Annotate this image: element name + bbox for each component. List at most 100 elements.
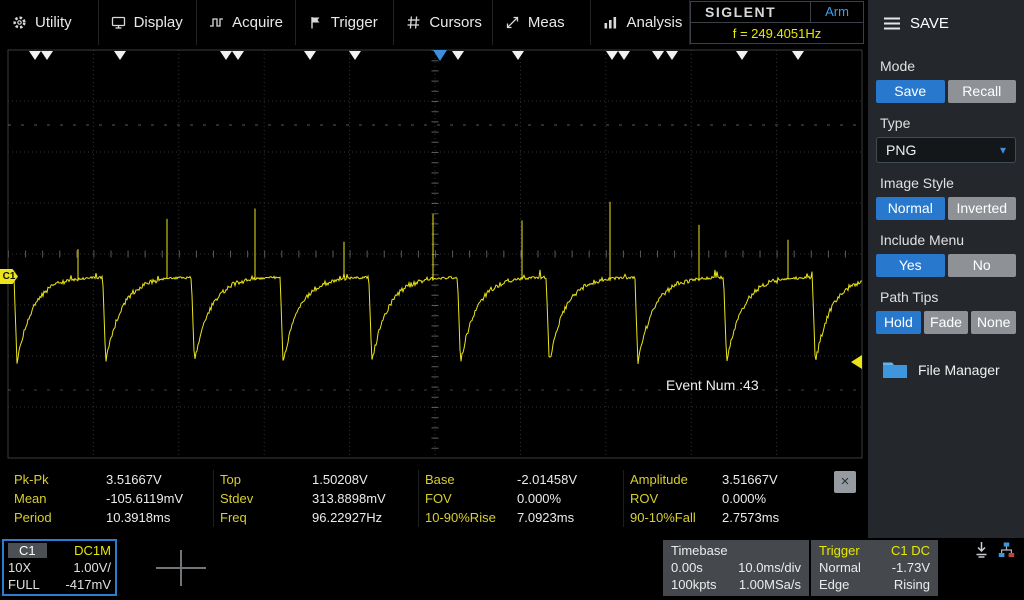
event-marker bbox=[452, 51, 464, 60]
trigger-source: C1 DC bbox=[890, 543, 930, 558]
measurement-label: FOV bbox=[425, 491, 452, 506]
channel1-row: C1 DC1M bbox=[8, 542, 111, 559]
path-tips-label: Path Tips bbox=[880, 289, 939, 305]
mode-recall-button[interactable]: Recall bbox=[947, 80, 1016, 103]
menu-bar: Utility Display Acquire Trigger Cursors … bbox=[0, 0, 691, 45]
bar-chart-icon bbox=[604, 17, 617, 29]
image-style-inverted-button[interactable]: Inverted bbox=[947, 197, 1016, 220]
trigger-position-marker[interactable] bbox=[433, 50, 447, 61]
channel1-offset: -417mV bbox=[65, 577, 111, 592]
measurement-label: ROV bbox=[630, 491, 659, 506]
file-manager-button[interactable]: File Manager bbox=[882, 360, 1024, 379]
event-marker bbox=[349, 51, 361, 60]
measurement-label: Base bbox=[425, 472, 455, 487]
event-marker bbox=[736, 51, 748, 60]
timebase-row: 100kpts 1.00MSa/s bbox=[671, 576, 801, 593]
measurement-value: 3.51667V bbox=[722, 472, 778, 487]
measurement-label: Amplitude bbox=[630, 472, 688, 487]
menu-item-label: Trigger bbox=[330, 14, 378, 31]
measurement-label: 10-90%Rise bbox=[425, 510, 496, 525]
lan-icon[interactable] bbox=[998, 542, 1015, 558]
measurement-cell: 90-10%Fall 2.7573ms bbox=[623, 508, 828, 527]
trigger-descriptor[interactable]: Trigger C1 DC Normal -1.73V Edge Rising bbox=[811, 540, 938, 596]
measurement-label: Stdev bbox=[220, 491, 254, 506]
channel1-row: 10X 1.00V/ bbox=[8, 559, 111, 576]
measurement-value: 3.51667V bbox=[106, 472, 162, 487]
path-tips-fade-button[interactable]: Fade bbox=[923, 311, 969, 334]
measurement-value: 10.3918ms bbox=[106, 510, 171, 525]
measurement-cell: Pk-Pk 3.51667V bbox=[8, 470, 213, 489]
event-marker bbox=[652, 51, 664, 60]
path-tips-none-button[interactable]: None bbox=[971, 311, 1017, 334]
file-manager-label: File Manager bbox=[918, 361, 1000, 378]
measure-icon bbox=[506, 16, 519, 29]
include-menu-label: Include Menu bbox=[880, 232, 965, 248]
folder-icon bbox=[883, 362, 907, 378]
mode-button-group: Save Recall bbox=[876, 80, 1016, 103]
event-marker bbox=[792, 51, 804, 60]
save-panel-header: SAVE bbox=[868, 0, 1024, 46]
flag-icon bbox=[311, 17, 320, 29]
menu-item-meas[interactable]: Meas bbox=[493, 0, 592, 45]
menu-item-trigger[interactable]: Trigger bbox=[296, 0, 395, 45]
measurement-cell: FOV 0.000% bbox=[418, 489, 623, 508]
measurement-value: 0.000% bbox=[722, 491, 767, 506]
channel1-attenuation: 10X bbox=[8, 560, 32, 575]
event-marker bbox=[618, 51, 630, 60]
trigger-row: Normal -1.73V bbox=[819, 559, 930, 576]
measurement-label: Period bbox=[14, 510, 52, 525]
acquisition-status: Arm bbox=[810, 2, 863, 22]
timebase-delay: 0.00s bbox=[671, 560, 703, 575]
save-menu-icon bbox=[884, 17, 900, 29]
measurement-cell: Amplitude 3.51667V bbox=[623, 470, 828, 489]
path-tips-button-group: Hold Fade None bbox=[876, 311, 1017, 334]
type-label: Type bbox=[880, 115, 911, 131]
menu-item-label: Analysis bbox=[626, 14, 683, 31]
type-dropdown[interactable]: PNG ▾ bbox=[876, 137, 1016, 163]
add-trace-button[interactable] bbox=[152, 544, 210, 592]
trigger-level: -1.73V bbox=[891, 560, 930, 575]
trigger-level-marker[interactable] bbox=[851, 355, 862, 369]
square-wave-icon bbox=[210, 18, 224, 27]
event-marker bbox=[304, 51, 316, 60]
channel1-descriptor[interactable]: C1 DC1M 10X 1.00V/ FULL -417mV bbox=[2, 539, 117, 596]
measurement-cell: Freq 96.22927Hz bbox=[213, 508, 418, 527]
measurement-cell: 10-90%Rise 7.0923ms bbox=[418, 508, 623, 527]
include-menu-no-button[interactable]: No bbox=[947, 254, 1016, 277]
measurement-cell: ROV 0.000% bbox=[623, 489, 828, 508]
include-menu-yes-button[interactable]: Yes bbox=[876, 254, 945, 277]
siglent-logo: SIGLENT bbox=[705, 4, 777, 20]
type-dropdown-value: PNG bbox=[886, 142, 917, 158]
menu-item-utility[interactable]: Utility bbox=[0, 0, 99, 45]
io-status-icons bbox=[974, 541, 1015, 558]
menu-item-label: Utility bbox=[35, 14, 72, 31]
image-style-normal-button[interactable]: Normal bbox=[876, 197, 945, 220]
channel-level-marker[interactable]: C1 bbox=[0, 269, 18, 284]
trigger-title-row: Trigger C1 DC bbox=[819, 542, 930, 559]
measurement-value: -105.6119mV bbox=[106, 491, 184, 506]
mode-label: Mode bbox=[880, 58, 916, 74]
mode-save-button[interactable]: Save bbox=[876, 80, 945, 103]
image-style-button-group: Normal Inverted bbox=[876, 197, 1016, 220]
event-marker bbox=[41, 51, 53, 60]
event-num-label: Event Num :43 bbox=[666, 377, 759, 393]
measurement-cell: Base -2.01458V bbox=[418, 470, 623, 489]
measurement-row: Period 10.3918ms Freq 96.22927Hz 10-90%Ris… bbox=[8, 508, 862, 527]
menu-item-analysis[interactable]: Analysis bbox=[591, 0, 691, 45]
timebase-descriptor[interactable]: Timebase 0.00s 10.0ms/div 100kpts 1.00MS… bbox=[663, 540, 809, 596]
event-marker bbox=[666, 51, 678, 60]
measurement-cell: Top 1.50208V bbox=[213, 470, 418, 489]
hash-cursors-icon bbox=[407, 16, 420, 29]
monitor-icon bbox=[111, 16, 125, 29]
path-tips-hold-button[interactable]: Hold bbox=[876, 311, 921, 334]
menu-item-cursors[interactable]: Cursors bbox=[394, 0, 493, 45]
close-icon[interactable]: × bbox=[834, 471, 856, 493]
menu-item-display[interactable]: Display bbox=[99, 0, 198, 45]
plus-icon bbox=[180, 550, 182, 586]
event-marker bbox=[114, 51, 126, 60]
event-marker bbox=[606, 51, 618, 60]
menu-item-acquire[interactable]: Acquire bbox=[197, 0, 296, 45]
usb-device-icon[interactable] bbox=[974, 541, 989, 558]
timebase-scale: 10.0ms/div bbox=[738, 560, 801, 575]
measurement-label: Freq bbox=[220, 510, 247, 525]
